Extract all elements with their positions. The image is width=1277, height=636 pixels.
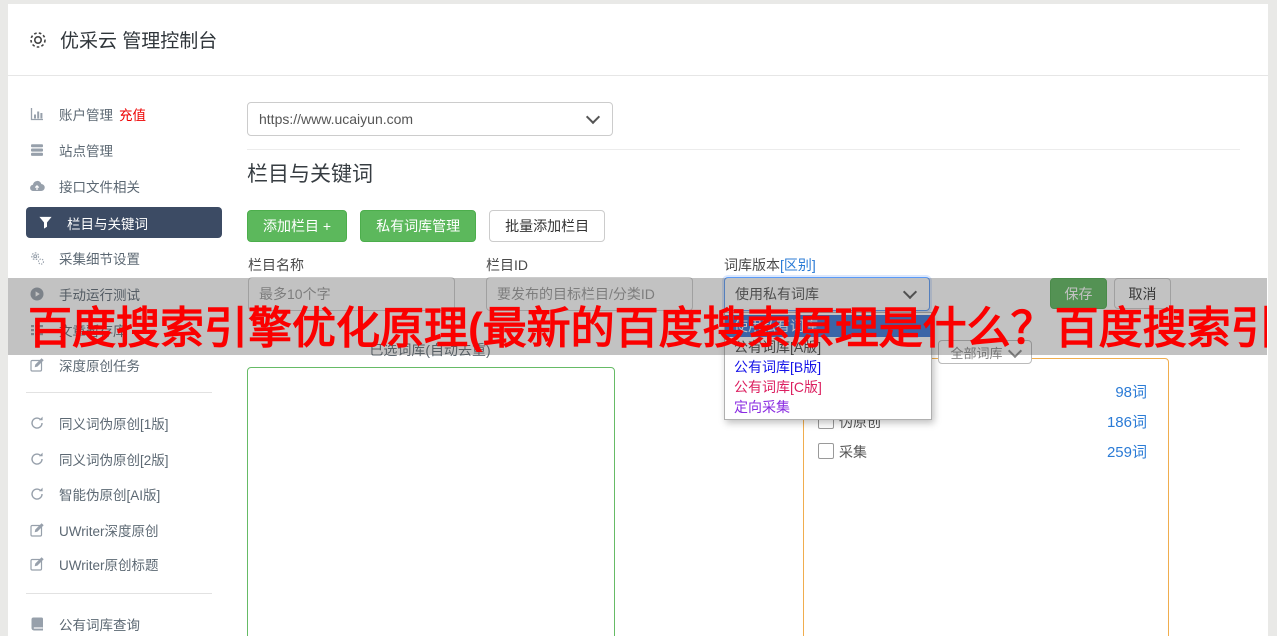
word-count: 259词 [1077,441,1147,462]
watermark-text: 百度搜索引擎优化原理(最新的百度搜索原理是什么？百度搜索引 [28,278,1267,355]
cloud-upload-icon [28,178,46,194]
batch-add-button[interactable]: 批量添加栏目 [489,210,605,242]
filter-icon [36,215,54,230]
sidebar-item-uwriter-deep[interactable]: UWriter深度原创 [28,516,228,544]
word-count: 98词 [1077,381,1147,402]
section-divider [247,149,1240,150]
edit-icon [28,357,46,373]
watermark-overlay: 百度搜索引擎优化原理(最新的百度搜索原理是什么？百度搜索引 [8,278,1267,355]
sidebar-item-label: UWriter深度原创 [59,520,159,540]
book-icon [28,616,46,632]
sidebar-item-label: UWriter原创标题 [59,554,159,574]
sidebar-item-collect-settings[interactable]: 采集细节设置 [28,244,228,272]
edit-icon [28,556,46,572]
sidebar-item-uwriter-title[interactable]: UWriter原创标题 [28,550,228,578]
recharge-link[interactable]: 充值 [119,104,146,124]
sidebar-item-label: 站点管理 [59,140,113,160]
refresh-icon [28,415,46,431]
dropdown-option-public-b[interactable]: 公有词库[B版] [725,357,931,377]
edit-icon [28,522,46,538]
sidebar-item-ai-rewrite[interactable]: 智能伪原创[AI版] [28,480,228,508]
sidebar-item-label: 栏目与关键词 [67,213,148,233]
selected-thesaurus-panel [247,367,615,636]
sidebar-item-label: 账户管理 [59,104,113,124]
sidebar-item-account[interactable]: 账户管理 充值 [28,100,228,128]
word-count: 186词 [1077,411,1147,432]
server-icon [28,142,46,158]
gears-icon [28,250,46,266]
app-title: 优采云 管理控制台 [60,26,217,53]
sidebar-item-label: 深度原创任务 [59,355,140,375]
toolbar: 添加栏目 + 私有词库管理 批量添加栏目 [247,210,605,242]
thesaurus-version-label: 词库版本[区别] [724,255,816,275]
dropdown-option-public-c[interactable]: 公有词库[C版] [725,377,931,397]
sidebar-divider [26,392,212,393]
sidebar-item-label: 接口文件相关 [59,176,140,196]
page-title: 栏目与关键词 [247,158,373,188]
sidebar-item-sites[interactable]: 站点管理 [28,136,228,164]
sidebar-item-public-thesaurus-query[interactable]: 公有词库查询 [28,610,228,636]
column-name-label: 栏目名称 [248,255,304,275]
sidebar-item-label: 采集细节设置 [59,248,140,268]
sidebar-item-deep-original-task[interactable]: 深度原创任务 [28,351,228,379]
sidebar-item-label: 公有词库查询 [59,614,140,634]
sidebar-item-columns-keywords[interactable]: 栏目与关键词 [26,207,222,238]
sidebar-item-label: 同义词伪原创[2版] [59,449,169,469]
gear-icon [28,30,48,50]
sidebar-divider [26,593,212,594]
chevron-down-icon [586,110,600,124]
site-url-select[interactable]: https://www.ucaiyun.com [247,102,613,136]
collect-checkbox[interactable] [818,443,834,459]
refresh-icon [28,486,46,502]
sidebar-item-synonym-1[interactable]: 同义词伪原创[1版] [28,409,228,437]
site-url-value: https://www.ucaiyun.com [259,111,413,127]
sidebar-item-synonym-2[interactable]: 同义词伪原创[2版] [28,445,228,473]
sidebar-item-interface-files[interactable]: 接口文件相关 [28,172,228,200]
sidebar-item-label: 同义词伪原创[1版] [59,413,169,433]
private-thesaurus-button[interactable]: 私有词库管理 [360,210,476,242]
column-id-label: 栏目ID [486,255,528,275]
collect-label: 采集 [839,442,867,462]
app-window: 优采云 管理控制台 账户管理 充值 站点管理 接口文件相关 栏目与关键词 采集细… [0,0,1277,636]
bar-chart-icon [28,106,46,122]
sidebar-item-label: 智能伪原创[AI版] [59,484,160,504]
refresh-icon [28,451,46,467]
dropdown-option-directed-collect[interactable]: 定向采集 [725,397,931,417]
app-header: 优采云 管理控制台 [8,4,1268,76]
version-diff-link[interactable]: [区别] [780,257,816,273]
add-column-button[interactable]: 添加栏目 + [247,210,347,242]
